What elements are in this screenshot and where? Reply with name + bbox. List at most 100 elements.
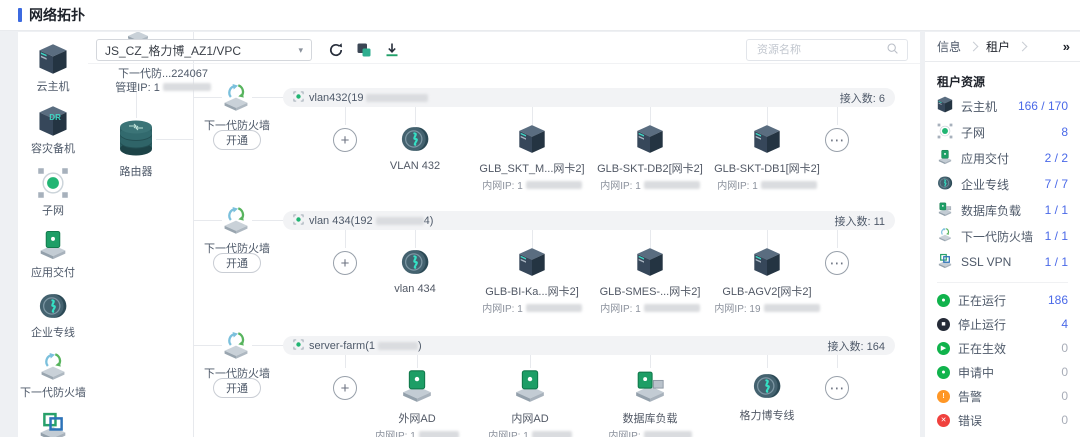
group-name-prefix: server-farm(1: [309, 340, 375, 352]
node-connector: [837, 107, 838, 125]
resource-count[interactable]: 7 / 7: [1045, 177, 1068, 191]
section-title: 租户资源: [937, 73, 1068, 90]
status-row-applying: ● 申请中 0: [937, 360, 1068, 384]
topology-row: 下一代防火墙 开通 vlan432(19 接入数: 6 + VLAN 432: [88, 88, 920, 213]
group-name-prefix: vlan 434(192: [309, 215, 373, 227]
node-connector: [837, 230, 838, 248]
db-loadbalancer-node[interactable]: 数据库负载 内网IP:: [584, 368, 716, 437]
resource-row-enterprise-line[interactable]: 企业专线 7 / 7: [937, 171, 1068, 197]
app-delivery-icon: [512, 393, 548, 407]
tab-tenant[interactable]: 租户: [984, 36, 1012, 57]
root-firewall-mgmt-ip: 管理IP: 1: [100, 79, 226, 95]
subnet-bracket-icon: [293, 339, 304, 353]
server-icon: [636, 266, 664, 280]
topology-row: 下一代防火墙 开通 vlan 434(1924) 接入数: 11 + vlan …: [88, 211, 920, 336]
sidebar-item-subnet[interactable]: 子网: [18, 156, 88, 218]
masked-cidr: [366, 94, 428, 102]
resource-row-ssl-vpn[interactable]: SSL VPN 1 / 1: [937, 249, 1068, 275]
node-label: 格力博专线: [701, 407, 833, 423]
masked-ip: [764, 304, 820, 312]
vlan-node[interactable]: vlan 434: [349, 247, 481, 295]
download-icon[interactable]: [384, 42, 400, 58]
router-icon[interactable]: [116, 118, 156, 163]
firewall-icon: [937, 227, 953, 245]
resource-count[interactable]: 1 / 1: [1045, 203, 1068, 217]
node-ip: 内网IP: 1: [464, 427, 596, 437]
open-button[interactable]: 开通: [213, 253, 261, 273]
sidebar-item-dr-host[interactable]: 容灾备机: [18, 94, 88, 156]
status-row-error: ✕ 错误 0: [937, 408, 1068, 432]
open-button[interactable]: 开通: [213, 378, 261, 398]
more-nodes-button[interactable]: ⋯: [771, 376, 903, 400]
masked-ip: [419, 431, 459, 437]
masked-ip: [163, 83, 211, 91]
node-connector: [345, 107, 346, 125]
subnet-group-pill[interactable]: vlan432(19 接入数: 6: [283, 88, 895, 107]
subnet-group-pill[interactable]: server-farm(1) 接入数: 164: [283, 336, 895, 355]
toolbar-divider: [88, 63, 920, 64]
refresh-icon[interactable]: [328, 42, 344, 58]
status-count[interactable]: 186: [1048, 293, 1068, 307]
vpc-selector-dropdown[interactable]: JS_CZ_格力博_AZ1/VPC ▾: [96, 39, 312, 61]
masked-ip: [526, 181, 582, 189]
sidebar-item-cloud-host[interactable]: 云主机: [18, 32, 88, 94]
server-node[interactable]: GLB_SKT_M...网卡2] 内网IP: 1: [466, 124, 598, 192]
app-delivery-icon: [399, 393, 435, 407]
branch-line: [252, 97, 283, 98]
subnet-group-name: vlan432(19: [309, 92, 428, 104]
app-delivery-icon: [37, 229, 69, 261]
db-loadbalancer-icon: [937, 201, 953, 220]
subnet-group-name: server-farm(1): [309, 340, 422, 352]
server-node[interactable]: GLB-SKT-DB2[网卡2] 内网IP: 1: [584, 124, 716, 192]
resource-row-app-delivery[interactable]: 应用交付 2 / 2: [937, 145, 1068, 171]
branch-line: [252, 220, 283, 221]
sidebar-item-label: 应用交付: [31, 264, 75, 280]
firewall-node-icon[interactable]: [220, 330, 252, 363]
more-nodes-button[interactable]: ⋯: [771, 128, 903, 152]
resource-row-subnet[interactable]: 子网 8: [937, 119, 1068, 145]
resource-count[interactable]: 166 / 170: [1018, 99, 1068, 113]
vlan-node[interactable]: VLAN 432: [349, 124, 481, 172]
sidebar-item-enterprise-line[interactable]: 企业专线: [18, 280, 88, 340]
node-connector: [767, 107, 768, 125]
sidebar-item-label: 子网: [42, 202, 64, 218]
resource-count[interactable]: 8: [1061, 125, 1068, 139]
sidebar-item-app-delivery[interactable]: 应用交付: [18, 218, 88, 280]
masked-cidr: [378, 342, 418, 350]
resource-count[interactable]: 2 / 2: [1045, 151, 1068, 165]
tab-info[interactable]: 信息: [935, 36, 963, 57]
more-nodes-button[interactable]: ⋯: [771, 251, 903, 275]
branch-line: [193, 220, 222, 221]
server-node[interactable]: GLB-BI-Ka...网卡2] 内网IP: 1: [466, 247, 598, 315]
firewall-node-icon[interactable]: [220, 205, 252, 238]
node-label: GLB-SKT-DB1[网卡2]: [701, 160, 833, 176]
open-button[interactable]: 开通: [213, 130, 261, 150]
resource-row-cloud-host[interactable]: 云主机 166 / 170: [937, 93, 1068, 119]
sidebar-item-label: 下一代防火墙: [20, 384, 86, 400]
tenant-info-panel: 信息 租户 » 租户资源 云主机 166 / 170 子网 8 应用交付 2 /…: [925, 32, 1080, 437]
subnet-group-pill[interactable]: vlan 434(1924) 接入数: 11: [283, 211, 895, 230]
alarm-status-icon: !: [937, 390, 950, 403]
node-ip: 内网IP: 1: [584, 177, 716, 192]
resource-row-firewall[interactable]: 下一代防火墙 1 / 1: [937, 223, 1068, 249]
server-node[interactable]: GLB-SMES-...网卡2] 内网IP: 1: [584, 247, 716, 315]
resource-row-db-loadbalancer[interactable]: 数据库负载 1 / 1: [937, 197, 1068, 223]
search-input[interactable]: [755, 43, 886, 57]
node-ip: 内网IP: 1: [466, 300, 598, 315]
subnet-bracket-icon: [293, 214, 304, 228]
node-connector: [415, 107, 416, 125]
page-title: 网络拓扑: [29, 5, 85, 25]
app-delivery-node[interactable]: 内网AD 内网IP: 1: [464, 368, 596, 437]
subnet-icon: [937, 123, 953, 142]
sidebar-item-ssl-vpn[interactable]: SSL VPN: [18, 400, 88, 437]
export-image-icon[interactable]: [356, 42, 372, 58]
resource-count[interactable]: 1 / 1: [1045, 255, 1068, 269]
status-count[interactable]: 4: [1061, 317, 1068, 331]
collapse-panel-icon[interactable]: »: [1063, 39, 1070, 54]
title-bar: 网络拓扑: [0, 0, 1080, 31]
resource-count[interactable]: 1 / 1: [1045, 229, 1068, 243]
status-row-running: ● 正在运行 186: [937, 288, 1068, 312]
sidebar-item-firewall[interactable]: 下一代防火墙: [18, 340, 88, 400]
topology-row: 下一代防火墙 开通 server-farm(1) 接入数: 164 + 外网AD: [88, 336, 920, 437]
masked-ip: [644, 304, 700, 312]
